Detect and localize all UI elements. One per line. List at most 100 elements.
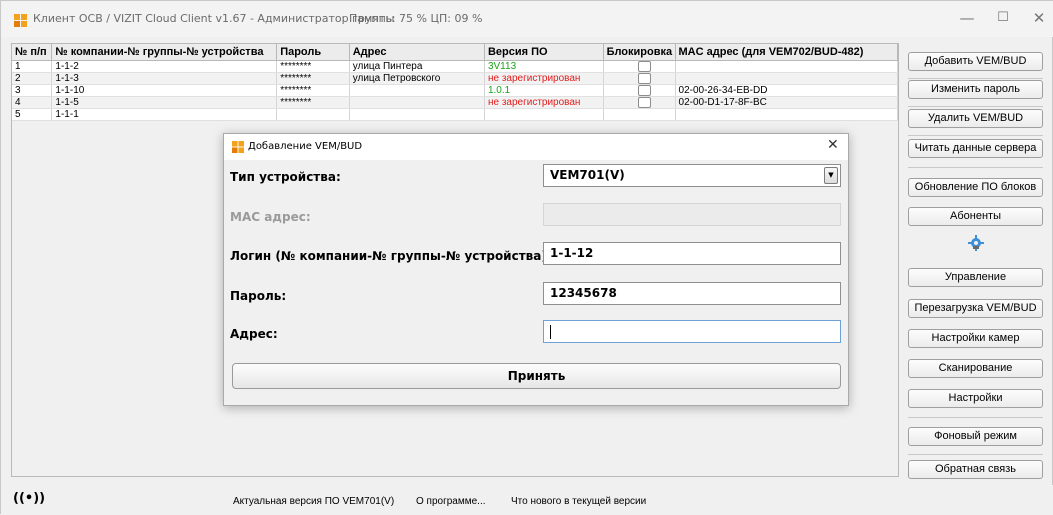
- cell-version: не зарегистрирован: [484, 96, 604, 110]
- app-icon: [232, 141, 244, 153]
- cell-version: 3V113: [484, 60, 604, 73]
- cell-block: [603, 72, 676, 85]
- dialog-close-button[interactable]: ✕: [827, 137, 839, 153]
- background-mode-button[interactable]: Фоновый режим: [908, 427, 1043, 446]
- add-device-dialog: Добавление VEM/BUD ✕ Тип устройства: VEM…: [223, 133, 849, 406]
- cell-mac: 02-00-26-34-EB-DD: [675, 84, 898, 97]
- chevron-down-icon: ▼: [824, 167, 838, 184]
- cell-num: 2: [12, 72, 53, 85]
- camera-settings-button[interactable]: Настройки камер: [908, 329, 1043, 348]
- main-window: Клиент ОСВ / VIZIT Cloud Client v1.67 - …: [0, 0, 1053, 515]
- change-password-button[interactable]: Изменить пароль: [908, 80, 1043, 99]
- cell-block: [603, 60, 676, 73]
- column-header[interactable]: Пароль: [276, 44, 350, 61]
- block-checkbox[interactable]: [637, 84, 651, 96]
- divider: [908, 417, 1043, 418]
- update-firmware-button[interactable]: Обновление ПО блоков: [908, 178, 1043, 197]
- cell-version: не зарегистрирован: [484, 72, 604, 85]
- divider: [908, 135, 1043, 136]
- cell-password: [276, 108, 350, 122]
- dialog-title-bar: Добавление VEM/BUD ✕: [224, 134, 848, 160]
- cell-address: улица Пинтера: [349, 60, 485, 73]
- cell-login: 1-1-1: [51, 108, 278, 122]
- reboot-device-button[interactable]: Перезагрузка VEM/BUD: [908, 299, 1043, 318]
- column-header[interactable]: Блокировка: [603, 44, 676, 61]
- control-button[interactable]: Управление: [908, 268, 1043, 287]
- address-field[interactable]: [543, 320, 841, 343]
- about-link[interactable]: О программе...: [416, 496, 486, 507]
- table-row[interactable]: 4 1-1-5 ******** не зарегистрирован 02-0…: [12, 96, 898, 110]
- cell-num: 5: [12, 108, 53, 122]
- cell-login: 1-1-10: [51, 84, 278, 97]
- cell-password: ********: [276, 72, 350, 85]
- feedback-button[interactable]: Обратная связь: [908, 460, 1043, 479]
- column-header[interactable]: Версия ПО: [484, 44, 604, 61]
- title-bar: Клиент ОСВ / VIZIT Cloud Client v1.67 - …: [1, 1, 1053, 37]
- column-header[interactable]: Адрес: [349, 44, 485, 61]
- cell-address: [349, 108, 485, 122]
- accept-button[interactable]: Принять: [232, 363, 841, 389]
- cell-mac: [675, 108, 898, 122]
- column-header[interactable]: № компании-№ группы-№ устройства: [51, 44, 278, 61]
- gear-icon: [967, 235, 984, 251]
- block-checkbox[interactable]: [637, 72, 651, 84]
- cell-mac: [675, 60, 898, 73]
- device-type-label: Тип устройства:: [230, 170, 341, 184]
- cell-num: 4: [12, 96, 53, 110]
- cell-num: 3: [12, 84, 53, 97]
- scan-button[interactable]: Сканирование: [908, 359, 1043, 378]
- device-type-select[interactable]: VEM701(V) ▼: [543, 164, 841, 187]
- cell-login: 1-1-3: [51, 72, 278, 85]
- divider: [908, 78, 1043, 79]
- device-type-value: VEM701(V): [550, 168, 625, 182]
- cell-version: 1.0.1: [484, 84, 604, 97]
- cell-mac: [675, 72, 898, 85]
- close-button[interactable]: ✕: [1024, 7, 1053, 31]
- table-row[interactable]: 2 1-1-3 ******** улица Петровского не за…: [12, 72, 898, 85]
- whats-new-link[interactable]: Что нового в текущей версии: [511, 496, 646, 507]
- settings-button[interactable]: Настройки: [908, 389, 1043, 408]
- column-header[interactable]: № п/п: [12, 44, 53, 61]
- divider: [908, 454, 1043, 455]
- block-checkbox[interactable]: [637, 60, 651, 72]
- login-label: Логин (№ компании-№ группы-№ устройства)…: [230, 249, 552, 263]
- read-server-data-button[interactable]: Читать данные сервера: [908, 139, 1043, 158]
- cell-login: 1-1-2: [51, 60, 278, 73]
- table-row[interactable]: 5 1-1-1: [12, 108, 898, 122]
- cell-block: [603, 96, 676, 110]
- password-field[interactable]: 12345678: [543, 282, 841, 305]
- cell-login: 1-1-5: [51, 96, 278, 110]
- app-icon: [14, 14, 27, 27]
- cell-address: [349, 84, 485, 97]
- settings-gear-slot[interactable]: [908, 235, 1043, 254]
- table-row[interactable]: 3 1-1-10 ******** 1.0.1 02-00-26-34-EB-D…: [12, 84, 898, 97]
- mac-field: [543, 203, 841, 226]
- actual-version-link[interactable]: Актуальная версия ПО VEM701(V): [233, 496, 394, 507]
- table-header-row: № п/п № компании-№ группы-№ устройства П…: [12, 44, 898, 61]
- cell-password: ********: [276, 60, 350, 73]
- cell-num: 1: [12, 60, 53, 73]
- block-checkbox[interactable]: [637, 96, 651, 108]
- delete-device-button[interactable]: Удалить VEM/BUD: [908, 109, 1043, 128]
- table-row[interactable]: 1 1-1-2 ******** улица Пинтера 3V113: [12, 60, 898, 73]
- window-title: Клиент ОСВ / VIZIT Cloud Client v1.67 - …: [33, 12, 395, 25]
- address-label: Адрес:: [230, 327, 278, 341]
- add-device-button[interactable]: Добавить VEM/BUD: [908, 52, 1043, 71]
- cell-block: [603, 84, 676, 97]
- cell-mac: 02-00-D1-17-8F-BC: [675, 96, 898, 110]
- login-field[interactable]: 1-1-12: [543, 242, 841, 265]
- maximize-button[interactable]: ☐: [988, 7, 1018, 31]
- cell-address: [349, 96, 485, 110]
- text-caret: [550, 324, 551, 339]
- column-header[interactable]: MAC адрес (для VEM702/BUD-482): [675, 44, 898, 61]
- minimize-button[interactable]: —: [952, 7, 982, 31]
- dialog-title: Добавление VEM/BUD: [248, 141, 363, 152]
- subscribers-button[interactable]: Абоненты: [908, 207, 1043, 226]
- divider: [908, 167, 1043, 168]
- cell-password: ********: [276, 96, 350, 110]
- cell-password: ********: [276, 84, 350, 97]
- divider: [908, 106, 1043, 107]
- cell-address: улица Петровского: [349, 72, 485, 85]
- resource-stats: Память: 75 % ЦП: 09 %: [349, 12, 483, 25]
- cell-version: [484, 108, 604, 122]
